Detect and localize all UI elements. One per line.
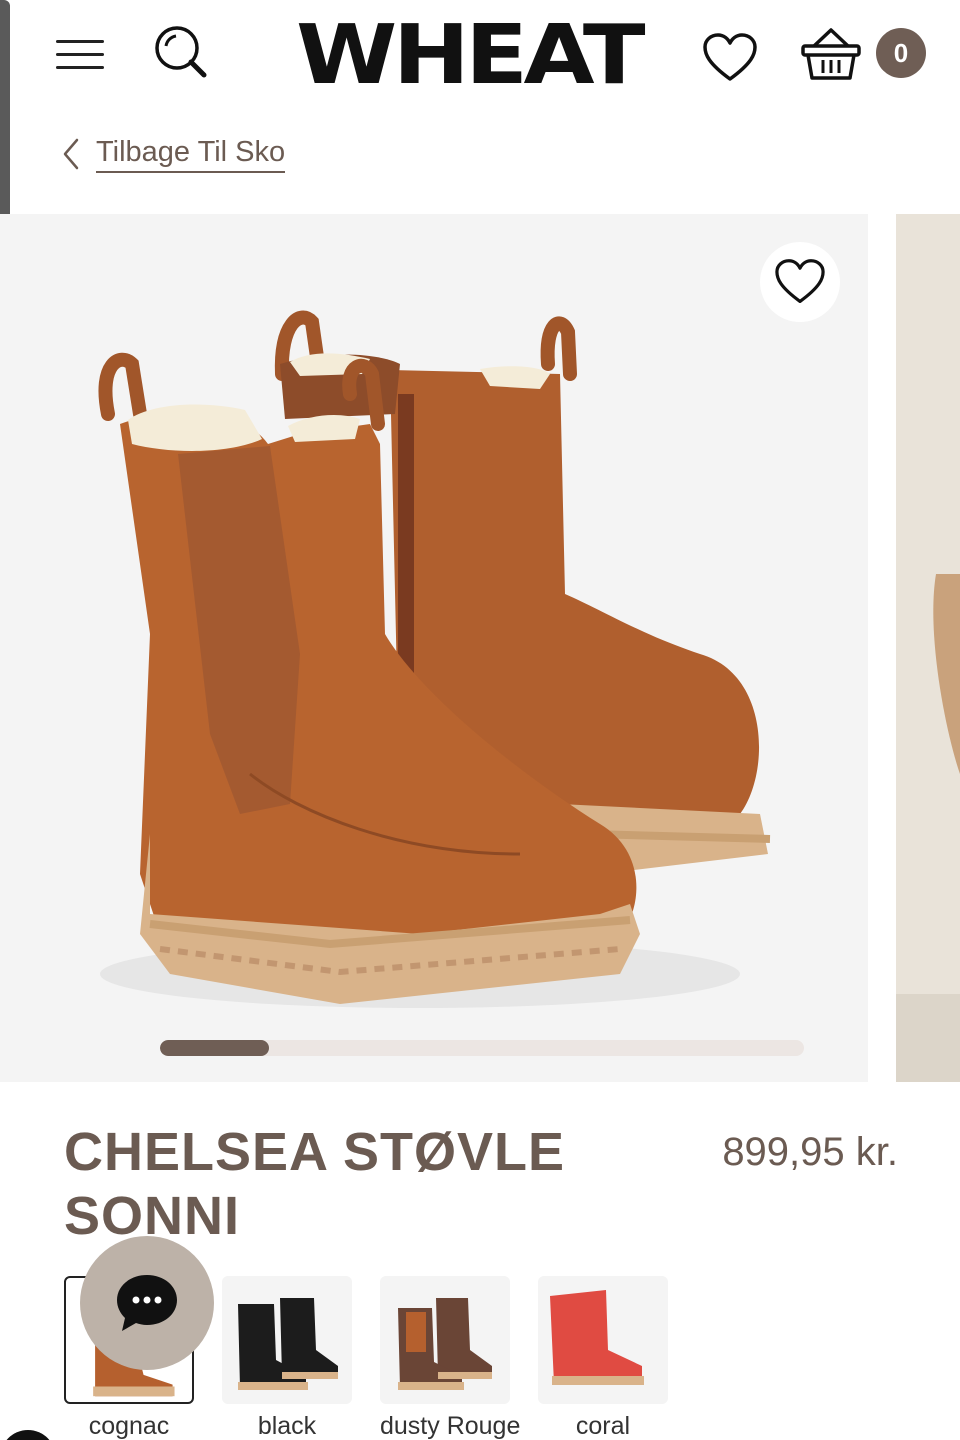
search-icon[interactable] xyxy=(152,24,212,84)
product-price: 899,95 kr. xyxy=(722,1130,898,1174)
gallery-progress-bar[interactable] xyxy=(160,1040,804,1056)
back-link-label: Tilbage Til Sko xyxy=(96,136,286,173)
heart-icon[interactable] xyxy=(702,32,758,84)
chat-bubble-icon xyxy=(117,1275,177,1331)
product-title: CHELSEA STØVLE SONNI xyxy=(64,1122,566,1246)
add-to-wishlist-button[interactable] xyxy=(760,242,840,322)
product-image-gallery[interactable] xyxy=(0,214,868,1082)
variant-label: dusty Rouge xyxy=(380,1412,521,1440)
variant-thumbnail xyxy=(380,1276,510,1404)
variant-dusty-rouge[interactable]: dusty Rouge xyxy=(380,1276,521,1440)
site-header: WHEAT 0 xyxy=(0,0,960,110)
variant-coral[interactable]: coral xyxy=(538,1276,668,1440)
variant-thumbnail xyxy=(538,1276,668,1404)
chat-button[interactable] xyxy=(80,1236,214,1370)
variant-black[interactable]: black xyxy=(222,1276,352,1440)
basket-icon[interactable] xyxy=(800,26,862,82)
variant-label: cognac xyxy=(88,1412,170,1440)
brand-logo[interactable]: WHEAT xyxy=(296,14,715,98)
gallery-progress-fill xyxy=(160,1040,270,1056)
next-product-image[interactable] xyxy=(896,214,960,1082)
variant-label: black xyxy=(257,1412,317,1440)
chevron-left-icon xyxy=(63,138,79,170)
product-image xyxy=(98,310,771,1008)
variant-label: coral xyxy=(575,1412,631,1440)
variant-thumbnail xyxy=(222,1276,352,1404)
heart-icon xyxy=(775,259,825,303)
cart-count-badge[interactable]: 0 xyxy=(876,28,926,78)
menu-icon[interactable] xyxy=(56,36,106,72)
back-link[interactable]: Tilbage Til Sko xyxy=(62,132,286,176)
floating-action-dot[interactable] xyxy=(0,1430,56,1440)
